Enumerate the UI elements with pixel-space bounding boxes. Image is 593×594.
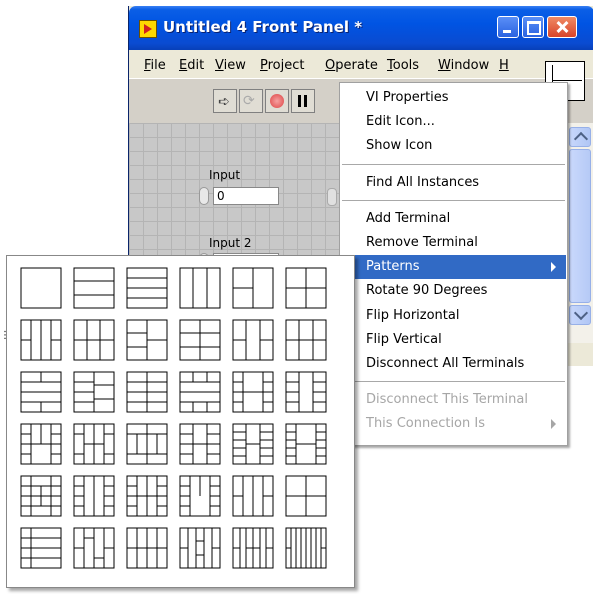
connector-pattern-13[interactable] [20, 371, 62, 413]
connector-pattern-10[interactable] [179, 319, 221, 361]
minimize-button[interactable] [497, 16, 519, 38]
menu-edit[interactable]: Edit [179, 58, 204, 73]
menu-item-vi-properties[interactable]: VI Properties [341, 86, 566, 110]
menu-h[interactable]: H [499, 58, 509, 73]
connector-pattern-33[interactable] [126, 527, 168, 569]
connector-pattern-26[interactable] [73, 475, 115, 517]
input-numeric-control[interactable]: 0 [199, 187, 279, 205]
run-arrow-icon[interactable]: ➪ [213, 89, 237, 113]
connector-pattern-30[interactable] [285, 475, 327, 517]
menu-window[interactable]: Window [438, 58, 489, 73]
connector-pattern-14[interactable] [73, 371, 115, 413]
connector-pattern-27[interactable] [126, 475, 168, 517]
connector-pane-context-menu: VI Properties Edit Icon... Show Icon Find A… [339, 82, 568, 446]
connector-pattern-11[interactable] [232, 319, 274, 361]
pause-icon[interactable] [291, 89, 315, 113]
input-label: Input [209, 168, 241, 182]
connector-pattern-22[interactable] [179, 423, 221, 465]
connector-pattern-34[interactable] [179, 527, 221, 569]
scroll-thumb[interactable] [569, 149, 591, 303]
connector-pattern-18[interactable] [285, 371, 327, 413]
connector-pattern-28[interactable] [179, 475, 221, 517]
connector-pattern-35[interactable] [232, 527, 274, 569]
menu-separator [342, 381, 565, 383]
connector-pattern-29[interactable] [232, 475, 274, 517]
vertical-scrollbar[interactable] [566, 123, 593, 343]
connector-pattern-25[interactable] [20, 475, 62, 517]
connector-pattern-5[interactable] [232, 267, 274, 309]
menu-item-show-icon[interactable]: Show Icon [341, 134, 566, 158]
window-title: Untitled 4 Front Panel * [163, 18, 363, 36]
menu-bar: File Edit View Project Operate Tools Window H [129, 50, 593, 78]
menu-item-rotate-90-degrees[interactable]: Rotate 90 Degrees [341, 279, 566, 303]
connector-patterns-palette [6, 255, 355, 588]
connector-pattern-8[interactable] [73, 319, 115, 361]
submenu-arrow-icon [551, 262, 556, 273]
connector-pattern-15[interactable] [126, 371, 168, 413]
panel-edge-marker: ⋮ [0, 330, 10, 341]
connector-pattern-36[interactable] [285, 527, 327, 569]
connector-pattern-20[interactable] [73, 423, 115, 465]
title-bar[interactable]: Untitled 4 Front Panel * [129, 6, 593, 50]
connector-pattern-17[interactable] [232, 371, 274, 413]
menu-project[interactable]: Project [260, 58, 305, 73]
connector-pattern-12[interactable] [285, 319, 327, 361]
connector-pattern-6[interactable] [285, 267, 327, 309]
input-value-field[interactable]: 0 [213, 187, 279, 205]
menu-operate[interactable]: Operate [325, 58, 378, 73]
close-button[interactable] [547, 16, 577, 38]
input-right-spinner[interactable] [327, 188, 337, 206]
menu-file[interactable]: File [144, 58, 166, 73]
menu-item-find-all-instances[interactable]: Find All Instances [341, 171, 566, 195]
submenu-arrow-icon [551, 419, 556, 430]
menu-item-disconnect-this-terminal: Disconnect This Terminal [366, 392, 528, 408]
menu-item-add-terminal[interactable]: Add Terminal [341, 207, 566, 231]
connector-pattern-1[interactable] [20, 267, 62, 309]
connector-pattern-19[interactable] [20, 423, 62, 465]
menu-item-flip-horizontal[interactable]: Flip Horizontal [341, 304, 566, 328]
menu-view[interactable]: View [215, 58, 246, 73]
connector-pattern-9[interactable] [126, 319, 168, 361]
scroll-down-arrow-icon[interactable] [569, 305, 591, 325]
labview-app-icon[interactable] [139, 20, 157, 38]
menu-item-this-connection-is: This Connection Is [341, 412, 566, 436]
connector-pattern-2[interactable] [73, 267, 115, 309]
abort-icon[interactable] [265, 89, 289, 113]
run-continuously-icon[interactable]: ⟳ [239, 89, 263, 113]
menu-item-disconnect-all-terminals[interactable]: Disconnect All Terminals [341, 352, 566, 376]
menu-tools[interactable]: Tools [387, 58, 419, 73]
connector-pattern-32[interactable] [73, 527, 115, 569]
connector-pattern-23[interactable] [232, 423, 274, 465]
input-2-label: Input 2 [209, 236, 252, 250]
menu-separator [342, 199, 565, 201]
input-increment-decrement[interactable] [199, 187, 209, 205]
maximize-button[interactable] [522, 16, 544, 38]
scroll-up-arrow-icon[interactable] [569, 127, 591, 147]
menu-item-edit-icon[interactable]: Edit Icon... [341, 110, 566, 134]
menu-item-flip-vertical[interactable]: Flip Vertical [341, 328, 566, 352]
menu-separator [342, 163, 565, 165]
connector-pattern-16[interactable] [179, 371, 221, 413]
menu-item-remove-terminal[interactable]: Remove Terminal [341, 231, 566, 255]
connector-pattern-7[interactable] [20, 319, 62, 361]
connector-pattern-31[interactable] [20, 527, 62, 569]
connector-pattern-21[interactable] [126, 423, 168, 465]
menu-item-patterns[interactable]: Patterns [341, 255, 566, 280]
connector-pattern-4[interactable] [179, 267, 221, 309]
connector-pattern-24[interactable] [285, 423, 327, 465]
connector-pattern-3[interactable] [126, 267, 168, 309]
